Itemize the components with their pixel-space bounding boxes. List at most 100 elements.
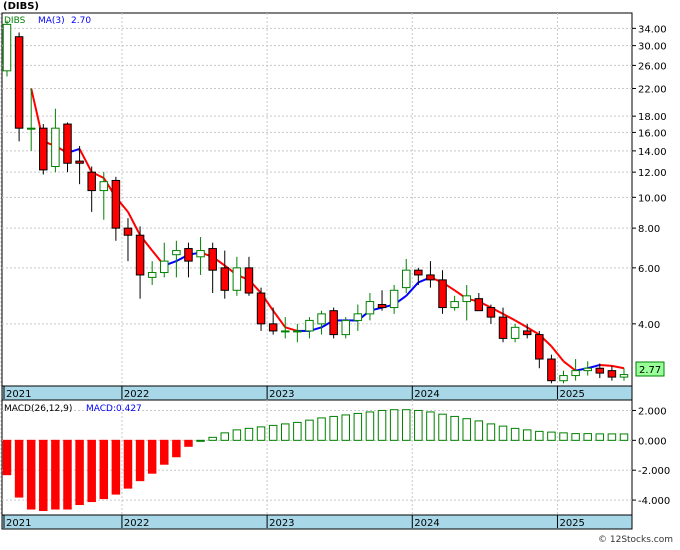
candle-body — [26, 127, 36, 130]
price-tick-label: 10.00 — [638, 193, 667, 204]
candle-body — [401, 269, 411, 289]
candle-body — [232, 267, 242, 291]
ma3-segment — [599, 363, 612, 367]
year-label: 2023 — [269, 518, 294, 529]
candle-body — [123, 227, 133, 236]
macd-bar — [196, 439, 205, 442]
candle-body — [595, 367, 605, 374]
candle-body — [87, 171, 96, 192]
macd-bar — [450, 415, 459, 441]
macd-bar — [486, 423, 496, 441]
macd-bar — [14, 439, 24, 498]
macd-bar — [39, 439, 48, 512]
price-tick-label: 6.00 — [638, 264, 660, 275]
macd-bar — [63, 439, 72, 510]
macd-bar — [184, 439, 193, 447]
macd-bar — [510, 427, 520, 441]
macd-bar — [172, 439, 181, 458]
candle-body — [486, 307, 496, 318]
price-tick-label: 34.00 — [638, 24, 667, 35]
macd-bar — [595, 433, 605, 441]
candle-body — [607, 370, 617, 378]
candle-body — [220, 267, 230, 291]
macd-y-axis: 2.000 0.000 -2.000 -4.000 — [632, 406, 670, 507]
candle-body — [377, 304, 387, 309]
candle-body — [474, 298, 484, 312]
macd-bar — [75, 439, 84, 506]
candle-body — [135, 234, 145, 276]
macd-bar — [232, 429, 242, 441]
ma-legend-value: 2.70 — [71, 16, 91, 26]
year-label: 2021 — [6, 518, 31, 529]
macd-bar — [522, 429, 532, 441]
macd-bar — [341, 414, 350, 441]
candle-body — [547, 358, 556, 382]
macd-bar — [389, 409, 399, 441]
macd-bar — [111, 439, 121, 495]
candle-body — [281, 330, 290, 333]
ma-legend-label: MA(3) — [38, 16, 65, 26]
candle-body — [353, 313, 363, 321]
macd-bar — [353, 412, 363, 441]
year-label: 2023 — [269, 389, 294, 400]
price-tick-label: 14.00 — [638, 147, 667, 158]
macd-bar — [438, 413, 447, 441]
candle-body — [63, 123, 72, 164]
macd-bar — [135, 439, 145, 482]
candle-body — [14, 36, 24, 129]
macd-params-label: MACD(26,12,9) — [4, 404, 72, 414]
year-label: 2022 — [124, 518, 149, 529]
candle-body — [583, 367, 592, 372]
macd-bar — [244, 427, 254, 441]
candle-body — [462, 295, 471, 303]
price-tick-label: 26.00 — [638, 61, 667, 72]
candle-body — [438, 279, 447, 309]
macd-bar — [377, 409, 387, 441]
price-tick-label: 8.00 — [638, 224, 660, 235]
candle-body — [111, 179, 121, 229]
macd-value-label: MACD:0.427 — [86, 404, 142, 414]
candle-body — [147, 272, 157, 278]
stock-chart-svg: 34.00 30.00 26.00 22.00 18.00 16.00 14.00 12.00… — [0, 1, 673, 545]
watermark: © 12Stocks.com — [598, 535, 673, 545]
price-y-axis: 34.00 30.00 26.00 22.00 18.00 16.00 14.00 12.00… — [632, 24, 667, 331]
price-tick-label: 16.00 — [638, 128, 667, 139]
price-tick-label: 18.00 — [638, 112, 667, 123]
candle-body — [256, 292, 266, 325]
macd-bar — [571, 433, 580, 441]
macd-bar — [426, 411, 435, 441]
macd-bar — [559, 432, 568, 441]
macd-bar — [268, 424, 278, 441]
candle-body — [305, 319, 314, 332]
macd-bar — [329, 415, 338, 441]
candle-body — [75, 160, 84, 164]
macd-bar — [607, 433, 617, 441]
year-label: 2021 — [6, 389, 31, 400]
candle-body — [196, 250, 205, 258]
macd-bar — [51, 439, 60, 510]
macd-bar — [160, 439, 169, 465]
macd-year-axis-band — [1, 514, 633, 530]
candle-body — [317, 313, 326, 325]
macd-bar — [401, 409, 411, 441]
macd-bar — [256, 426, 266, 441]
macd-bar — [26, 439, 36, 510]
candle-body — [293, 330, 302, 333]
year-label: 2025 — [559, 518, 584, 529]
candle-body — [329, 310, 338, 336]
price-year-axis-band — [1, 385, 633, 401]
candle-body — [426, 274, 435, 281]
macd-tick-label: -2.000 — [638, 466, 670, 477]
macd-bar — [474, 420, 484, 441]
macd-bar — [414, 409, 423, 441]
year-label: 2024 — [414, 518, 439, 529]
candle-body — [208, 248, 217, 271]
macd-bar — [147, 439, 157, 474]
candle-body — [498, 316, 508, 339]
macd-bar — [583, 433, 592, 441]
price-tick-label: 30.00 — [638, 42, 667, 53]
candle-body — [535, 334, 544, 360]
candle-body — [389, 289, 399, 309]
macd-bar — [220, 432, 230, 441]
macd-panel-frame — [1, 399, 633, 516]
